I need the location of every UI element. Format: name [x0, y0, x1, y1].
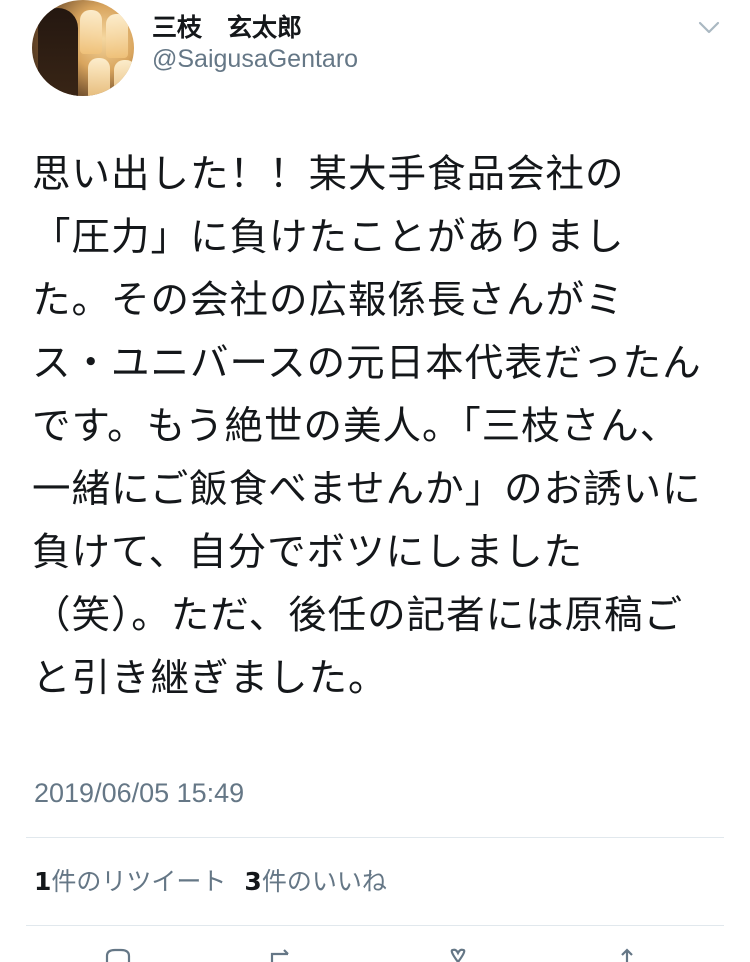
display-name[interactable]: 三枝 玄太郎: [152, 8, 302, 44]
retweet-icon[interactable]: [268, 948, 298, 962]
action-bar: [0, 940, 750, 962]
divider: [26, 837, 724, 838]
tweet-text: 思い出した！！某大手食品会社の「圧力」に負けたことがありました。その会社の広報係…: [32, 152, 702, 701]
user-handle[interactable]: @SaigusaGentaro: [152, 45, 358, 74]
like-label: 件のいいね: [261, 867, 387, 896]
retweet-count: 1: [34, 867, 52, 896]
like-icon[interactable]: [443, 948, 473, 962]
reply-icon[interactable]: [103, 948, 133, 962]
divider: [26, 925, 724, 926]
share-icon[interactable]: [612, 948, 642, 962]
retweet-label: 件のリツイート: [51, 867, 227, 896]
like-stat[interactable]: 3件のいいね: [244, 862, 386, 898]
tweet-timestamp: 2019/06/05 15:49: [34, 778, 245, 808]
avatar[interactable]: [32, 0, 134, 96]
engagement-stats: 1件のリツイート 3件のいいね: [34, 862, 387, 898]
retweet-stat[interactable]: 1件のリツイート: [34, 862, 226, 898]
like-count: 3: [244, 867, 262, 896]
chevron-down-icon[interactable]: [697, 16, 721, 40]
